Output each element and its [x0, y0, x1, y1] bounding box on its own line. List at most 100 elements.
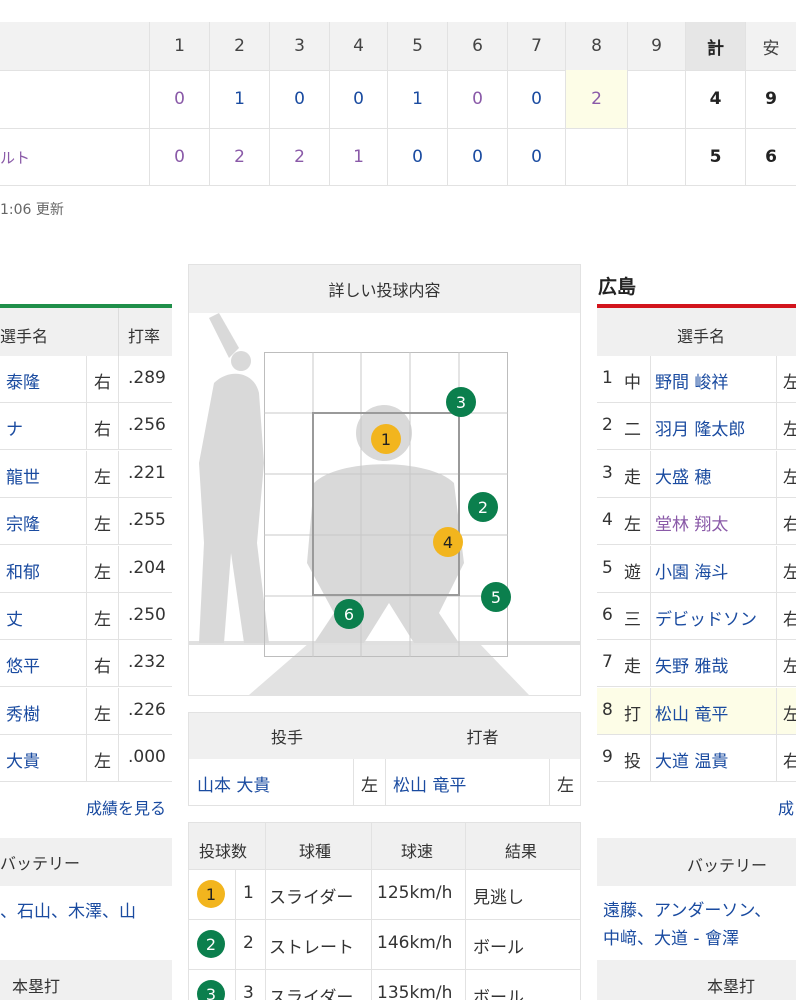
column-divider	[776, 498, 777, 546]
batting-order: 9	[602, 747, 613, 768]
pitch-marker[interactable]: 2	[468, 492, 498, 522]
column-divider	[650, 545, 651, 593]
player-name-link[interactable]: ナ	[6, 415, 23, 440]
score-cell[interactable]: 1	[388, 70, 448, 128]
pitch-type: ストレート	[269, 938, 354, 958]
player-name-link[interactable]: 大道 温貴	[655, 747, 728, 772]
pitch-number-badge: 1	[197, 880, 225, 908]
bats-hand: 右	[94, 420, 111, 441]
bats-hand: 右	[783, 515, 796, 536]
score-cell	[628, 70, 686, 128]
right-battery-line1[interactable]: 遠藤、アンダーソン、	[603, 896, 771, 921]
pitch-marker[interactable]: 3	[446, 387, 476, 417]
score-cell: 0	[150, 70, 210, 128]
score-cell[interactable]: 0	[508, 128, 566, 186]
player-name-link[interactable]: 矢野 雅哉	[655, 652, 728, 677]
batting-order: 2	[602, 415, 613, 436]
score-cell: 0	[150, 128, 210, 186]
column-divider	[118, 450, 119, 498]
score-cell-current: 2	[566, 70, 628, 128]
player-name-link[interactable]: 大盛 穂	[655, 463, 711, 488]
score-cell[interactable]: 0	[330, 70, 388, 128]
pitch-marker[interactable]: 1	[371, 424, 401, 454]
pitch-panel-header: 詳しい投球内容	[189, 265, 580, 313]
right-hr-header: 本塁打	[597, 960, 796, 1000]
score-cell[interactable]: 0	[270, 70, 330, 128]
pitch-speed: 146km/h	[377, 933, 453, 953]
player-name-link[interactable]: 秀樹	[6, 700, 40, 725]
player-name-link[interactable]: 悠平	[6, 652, 40, 677]
pitch-speed: 125km/h	[377, 883, 453, 903]
left-hr-header: 本塁打	[0, 960, 172, 1000]
table-row: 3 3 スライダー 135km/h ボール	[189, 969, 580, 1000]
column-divider	[118, 498, 119, 546]
player-name-link[interactable]: 泰隆	[6, 368, 40, 393]
column-divider	[86, 403, 87, 451]
position: 走	[624, 657, 641, 678]
left-battery-header: バッテリー	[0, 838, 172, 886]
pitch-number-badge: 2	[197, 930, 225, 958]
total-runs-header: 計	[686, 22, 746, 70]
batting-order: 6	[602, 605, 613, 625]
batting-order: 3	[602, 462, 613, 483]
pitcher-name-link[interactable]: 山本 大貴	[197, 771, 270, 796]
player-name-link[interactable]: 宗隆	[6, 510, 40, 535]
position: 遊	[624, 562, 641, 583]
batter-name-link[interactable]: 松山 竜平	[393, 771, 466, 796]
left-hr-label: 本塁打	[12, 977, 61, 996]
pitch-marker[interactable]: 6	[334, 599, 364, 629]
hits-visitor: 9	[765, 89, 777, 109]
position: 二	[624, 420, 641, 441]
right-stats-link[interactable]: 成	[778, 795, 794, 819]
batting-order: 7	[602, 652, 613, 673]
player-name-link[interactable]: 松山 竜平	[655, 700, 728, 725]
batter-label: 打者	[466, 728, 499, 747]
player-name-link[interactable]: 大貴	[6, 747, 40, 772]
inning-3-header: 3	[270, 22, 330, 70]
player-name-link[interactable]: 和郁	[6, 558, 40, 583]
player-name-link[interactable]: 羽月 隆太郎	[655, 415, 745, 440]
pitch-type: スライダー	[269, 888, 354, 908]
bats-hand: 左	[783, 373, 796, 393]
scoreboard-team-header	[0, 22, 150, 70]
player-name-link[interactable]: 堂林 翔太	[655, 510, 728, 535]
updated-time: 1:06 更新	[0, 202, 64, 218]
batting-order: 5	[602, 557, 613, 578]
left-stats-link[interactable]: 成績を見る	[86, 795, 166, 819]
player-name-link[interactable]: デビッドソン	[655, 605, 757, 630]
batting-average: .204	[128, 557, 166, 578]
score-cell[interactable]: 0	[388, 128, 448, 186]
score-cell: 2	[210, 128, 270, 186]
column-divider	[86, 735, 87, 783]
player-name-link[interactable]: 小園 海斗	[655, 558, 728, 583]
column-divider	[650, 593, 651, 640]
position: 打	[624, 704, 641, 725]
bats-hand: 左	[783, 420, 796, 441]
batting-order: 4	[602, 510, 613, 531]
column-divider	[118, 545, 119, 593]
col-pitch-count: 投球数	[199, 842, 248, 861]
score-cell[interactable]: 0	[448, 128, 508, 186]
inning-1-header: 1	[150, 22, 210, 70]
column-divider	[86, 498, 87, 546]
column-divider	[776, 545, 777, 593]
col-pitch-speed: 球速	[401, 842, 434, 861]
matchup-box: 投手 打者 山本 大貴 左 松山 竜平 左	[188, 712, 581, 806]
pitch-marker[interactable]: 5	[481, 582, 511, 612]
left-col-avg: 打率	[128, 327, 161, 346]
table-row: 2 二羽月 隆太郎 左	[597, 403, 796, 451]
score-cell[interactable]: 0	[508, 70, 566, 128]
pitch-sequence: 2	[243, 933, 254, 953]
pitch-sequence: 3	[243, 983, 254, 1000]
player-name-link[interactable]: 龍世	[6, 463, 40, 488]
col-pitch-result: 結果	[505, 842, 538, 861]
team-name-visitor[interactable]	[0, 70, 150, 128]
pitch-marker[interactable]: 4	[433, 527, 463, 557]
left-battery-text[interactable]: 、石山、木澤、山	[0, 897, 136, 922]
player-name-link[interactable]: 丈	[6, 605, 23, 630]
player-name-link[interactable]: 野間 峻祥	[655, 368, 728, 393]
table-row: 5 遊小園 海斗 左	[597, 545, 796, 593]
team-name-home[interactable]: ルト	[0, 128, 150, 186]
score-cell[interactable]: 1	[210, 70, 270, 128]
right-battery-line2[interactable]: 中﨑、大道 - 會澤	[603, 924, 739, 949]
